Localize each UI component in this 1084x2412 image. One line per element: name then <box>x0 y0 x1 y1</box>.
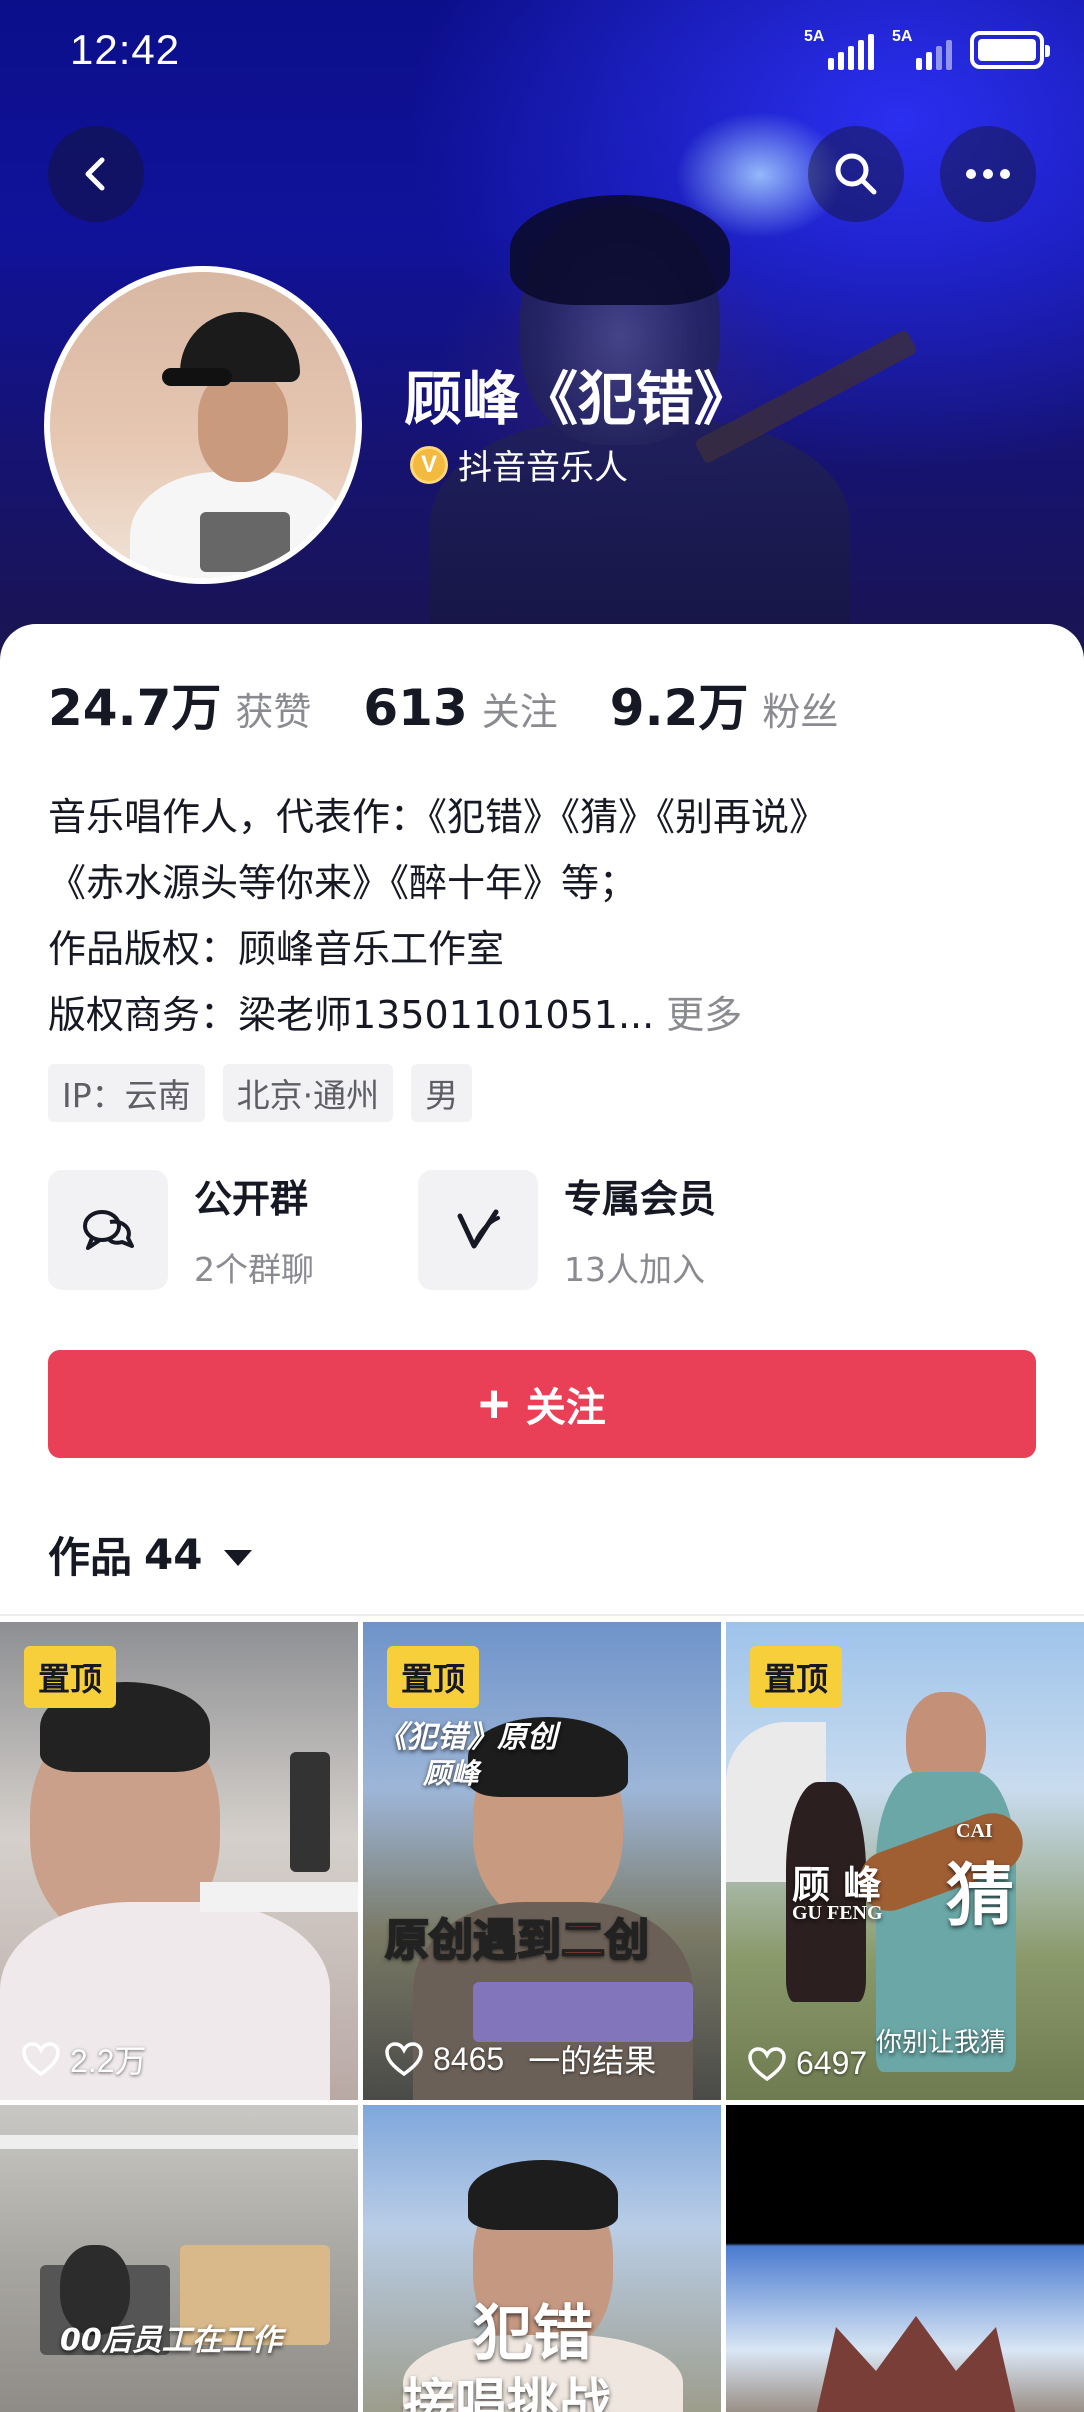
more-button[interactable] <box>940 126 1036 222</box>
like-count: 8465 <box>433 2040 505 2077</box>
works-label: 作品 <box>48 1533 133 1582</box>
feature-row: 公开群 2个群聊 专属会员 13人加入 <box>48 1168 788 1291</box>
like-row: 6497 <box>748 2045 867 2082</box>
back-button[interactable] <box>48 126 144 222</box>
member-title: 专属会员 <box>564 1177 717 1221</box>
video-3-caption: 你别让我猜 <box>876 2028 1007 2058</box>
like-count: 6497 <box>796 2045 868 2081</box>
verified-row[interactable]: V 抖音音乐人 <box>410 440 628 489</box>
stat-following-label: 关注 <box>481 690 558 734</box>
more-icon <box>966 169 1010 179</box>
plus-icon: + <box>478 1374 510 1434</box>
public-group-sub: 2个群聊 <box>194 1250 314 1289</box>
bio-line-4: 版权商务：梁老师13501101051... 更多 <box>48 982 1048 1048</box>
member-sub: 13人加入 <box>564 1250 705 1289</box>
video-4-caption: 00后员工在工作 <box>60 2323 282 2358</box>
signal-label: 5A <box>804 28 825 45</box>
search-button[interactable] <box>808 126 904 222</box>
video-3-name-en: GU FENG <box>792 1902 883 1924</box>
tag-list: IP：云南 北京·通州 男 <box>48 1064 473 1122</box>
bio-more-link[interactable]: 更多 <box>666 993 742 1037</box>
video-thumb-4[interactable]: 00后员工在工作 <box>0 2105 358 2412</box>
video-thumb-5[interactable]: 犯错 接唱挑战 <box>363 2105 721 2412</box>
video-thumb-2[interactable]: 《犯错》原创 顾峰 原创遇到二创 置顶 8465 一的结果 <box>363 1622 721 2100</box>
battery-icon <box>970 31 1050 69</box>
pinned-badge: 置顶 <box>387 1646 480 1708</box>
stat-following[interactable]: 613 关注 <box>363 679 557 737</box>
avatar[interactable] <box>44 266 362 584</box>
like-row: 8465 一的结果 <box>385 2036 656 2082</box>
caret-down-icon <box>224 1549 253 1566</box>
stat-likes[interactable]: 24.7万 获赞 <box>48 668 311 740</box>
follow-button[interactable]: + 关注 <box>48 1350 1036 1458</box>
verified-badge-icon: V <box>410 445 448 484</box>
stat-following-num: 613 <box>363 679 468 737</box>
stat-followers-label: 粉丝 <box>762 690 839 734</box>
video-3-song-en: CAI <box>956 1820 993 1842</box>
heart-icon <box>385 2042 423 2076</box>
video-2-caption: 一的结果 <box>528 2043 657 2079</box>
video-thumb-3[interactable]: 顾 峰 GU FENG 猜 CAI 你别让我猜 置顶 6497 <box>726 1622 1084 2100</box>
divider <box>0 1614 1084 1616</box>
search-icon <box>835 153 877 195</box>
profile-card: 24.7万 获赞 613 关注 9.2万 粉丝 音乐唱作人，代表作：《犯错》《猜… <box>0 624 1084 1624</box>
signal-icon-2: 5A <box>892 28 952 70</box>
like-row: 2.2万 <box>22 2036 147 2082</box>
video-3-name: 顾 峰 <box>792 1862 882 1907</box>
signal-icon: 5A <box>804 28 874 70</box>
video-grid: 置顶 2.2万 《犯错》原创 顾峰 原创遇到二创 置顶 8465 一的结果 顾 … <box>0 1622 1084 2412</box>
tag-location: 北京·通州 <box>222 1064 394 1122</box>
heart-icon <box>22 2042 60 2076</box>
bio-line-2: 《赤水源头等你来》《醉十年》等； <box>48 861 638 905</box>
bio-line-3: 作品版权：顾峰音乐工作室 <box>48 927 505 971</box>
back-icon <box>85 157 105 191</box>
stat-followers-num: 9.2万 <box>609 679 749 737</box>
signal-label-2: 5A <box>892 28 913 45</box>
verified-label: 抖音音乐人 <box>458 448 628 488</box>
status-indicators: 5A 5A <box>804 28 1050 70</box>
bio-line-4-text: 版权商务：梁老师13501101051... <box>48 993 655 1037</box>
member-icon <box>418 1169 538 1290</box>
works-count: 44 <box>144 1530 203 1579</box>
video-thumb-6[interactable] <box>726 2105 1084 2412</box>
bio-line-1: 音乐唱作人，代表作：《犯错》《猜》《别再说》 <box>48 795 828 839</box>
like-count: 2.2万 <box>70 2043 147 2079</box>
pinned-badge: 置顶 <box>24 1646 117 1708</box>
heart-icon <box>748 2046 786 2081</box>
tag-ip: IP：云南 <box>48 1064 205 1122</box>
video-5-subtitle: 接唱挑战 <box>403 2374 612 2412</box>
video-3-song: 猜 <box>946 1856 1015 1936</box>
stats-row: 24.7万 获赞 613 关注 9.2万 粉丝 <box>48 668 890 740</box>
video-2-banner: 原创遇到二创 <box>384 1914 650 1967</box>
video-5-title: 犯错 <box>473 2299 593 2369</box>
video-2-title-1: 《犯错》原创 <box>377 1720 557 1755</box>
status-time: 12:42 <box>70 26 181 73</box>
stat-followers[interactable]: 9.2万 粉丝 <box>610 668 839 740</box>
public-group-entry[interactable]: 公开群 2个群聊 <box>48 1168 418 1291</box>
member-entry[interactable]: 专属会员 13人加入 <box>418 1168 788 1291</box>
tab-works[interactable]: 作品 44 <box>48 1524 253 1585</box>
bio[interactable]: 音乐唱作人，代表作：《犯错》《猜》《别再说》 《赤水源头等你来》《醉十年》等； … <box>48 784 1048 1048</box>
video-thumb-1[interactable]: 置顶 2.2万 <box>0 1622 358 2100</box>
video-2-title-2: 顾峰 <box>423 1757 480 1790</box>
group-chat-icon <box>48 1169 168 1290</box>
follow-label: 关注 <box>525 1385 606 1431</box>
stat-likes-num: 24.7万 <box>48 679 222 737</box>
public-group-title: 公开群 <box>194 1177 309 1221</box>
profile-name: 顾峰《犯错》 <box>404 365 753 433</box>
banner-figure-hair <box>510 195 730 305</box>
stat-likes-label: 获赞 <box>235 690 312 734</box>
pinned-badge: 置顶 <box>750 1646 843 1708</box>
tag-gender: 男 <box>411 1064 473 1122</box>
